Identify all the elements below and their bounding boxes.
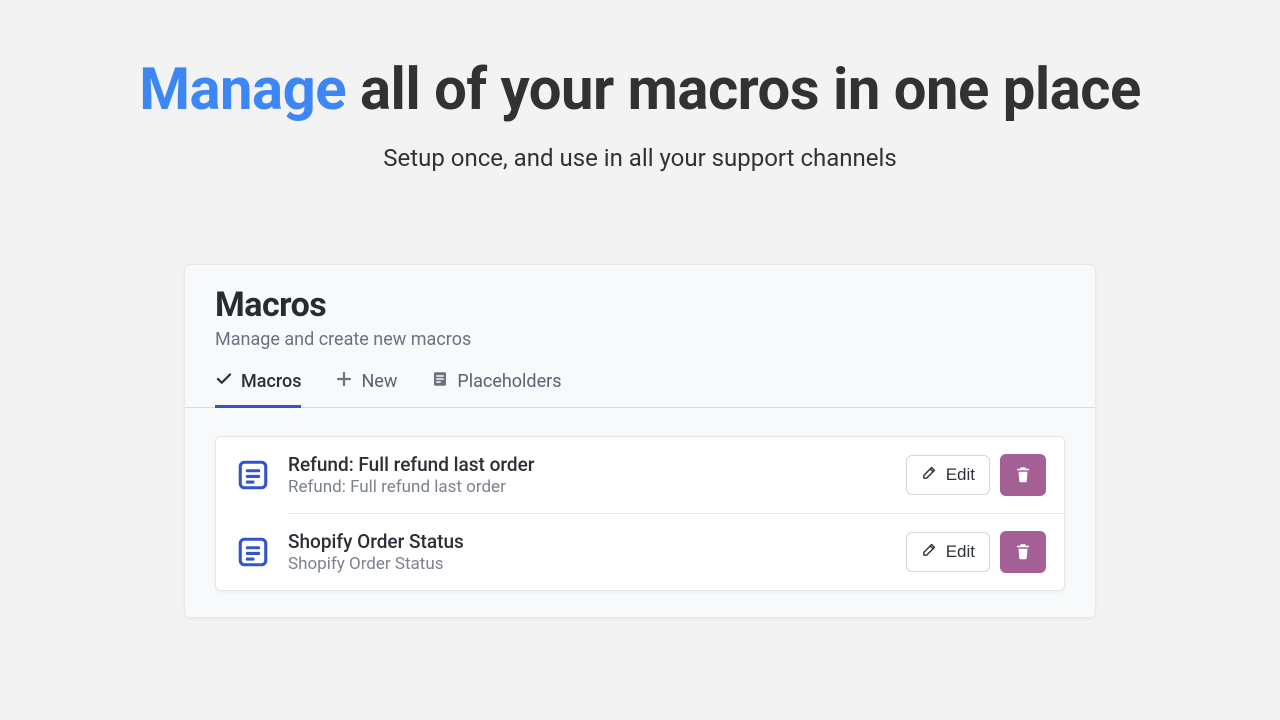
edit-label: Edit xyxy=(946,542,975,562)
list-item-desc: Shopify Order Status xyxy=(288,554,890,574)
edit-button[interactable]: Edit xyxy=(906,455,990,495)
macros-list: Refund: Full refund last order Refund: F… xyxy=(215,436,1065,591)
list-item: Refund: Full refund last order Refund: F… xyxy=(216,437,1064,513)
tabs: Macros New Placeholders xyxy=(185,350,1095,408)
trash-icon xyxy=(1014,541,1032,564)
tab-placeholders[interactable]: Placeholders xyxy=(431,370,561,408)
tab-label: Macros xyxy=(241,371,301,392)
hero-subtitle: Setup once, and use in all your support … xyxy=(0,144,1280,172)
list-item-title: Shopify Order Status xyxy=(288,530,890,553)
edit-label: Edit xyxy=(946,465,975,485)
panel-title: Macros xyxy=(215,285,1065,325)
panel-header: Macros Manage and create new macros xyxy=(185,265,1095,350)
list-item-text: Refund: Full refund last order Refund: F… xyxy=(288,453,890,497)
list-item-text: Shopify Order Status Shopify Order Statu… xyxy=(288,530,890,574)
placeholder-icon xyxy=(431,370,449,393)
list-item: Shopify Order Status Shopify Order Statu… xyxy=(216,514,1064,590)
delete-button[interactable] xyxy=(1000,454,1046,496)
hero-title: Manage all of your macros in one place xyxy=(0,56,1280,124)
hero-rest: all of your macros in one place xyxy=(346,56,1141,124)
list-item-title: Refund: Full refund last order xyxy=(288,453,890,476)
document-icon xyxy=(234,533,272,571)
document-icon xyxy=(234,456,272,494)
tab-label: New xyxy=(361,371,397,392)
tab-label: Placeholders xyxy=(457,371,561,392)
hero: Manage all of your macros in one place S… xyxy=(0,0,1280,172)
macros-panel: Macros Manage and create new macros Macr… xyxy=(184,264,1096,618)
panel-subtitle: Manage and create new macros xyxy=(215,329,1065,350)
edit-button[interactable]: Edit xyxy=(906,532,990,572)
list-item-desc: Refund: Full refund last order xyxy=(288,477,890,497)
hero-highlight: Manage xyxy=(139,56,346,124)
tab-macros[interactable]: Macros xyxy=(215,370,301,408)
check-icon xyxy=(215,370,233,393)
edit-icon xyxy=(921,541,938,563)
edit-icon xyxy=(921,464,938,486)
list-item-actions: Edit xyxy=(906,454,1046,496)
tab-new[interactable]: New xyxy=(335,370,397,408)
delete-button[interactable] xyxy=(1000,531,1046,573)
list-item-actions: Edit xyxy=(906,531,1046,573)
trash-icon xyxy=(1014,464,1032,487)
plus-icon xyxy=(335,370,353,393)
